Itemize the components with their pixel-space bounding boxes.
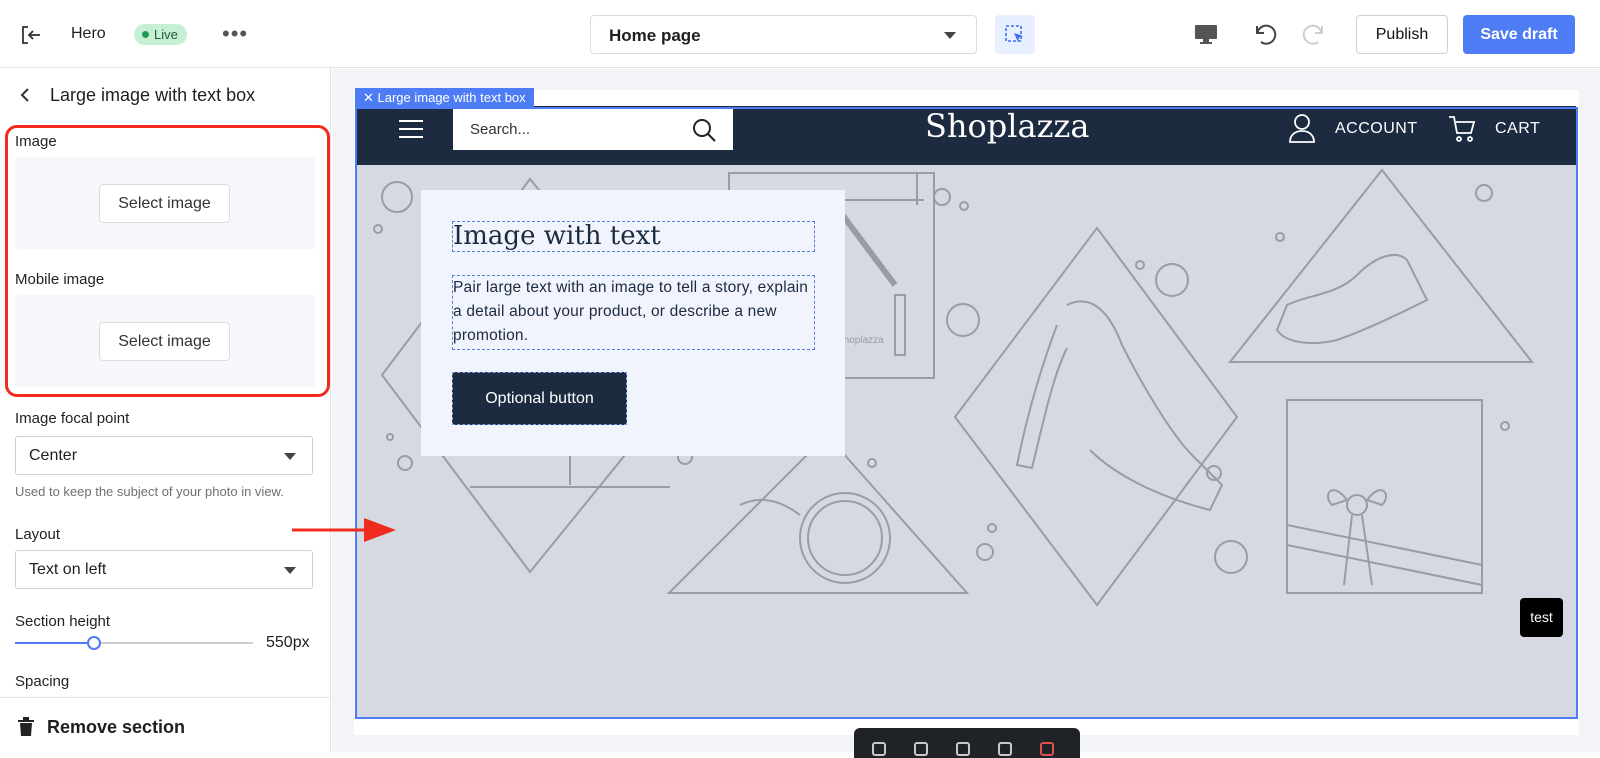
close-icon[interactable]: ✕ bbox=[363, 90, 378, 105]
annotation-arrow-icon bbox=[292, 518, 396, 542]
select-element-button[interactable] bbox=[995, 15, 1035, 54]
page-select-value: Home page bbox=[609, 26, 701, 45]
page-select[interactable]: Home page bbox=[590, 15, 977, 54]
layout-select[interactable]: Text on left bbox=[15, 550, 313, 589]
more-options-icon[interactable]: ••• bbox=[222, 20, 248, 48]
section-height-value: 550px bbox=[266, 634, 310, 651]
section-tag-label: Large image with text box bbox=[377, 90, 526, 105]
move-down-icon[interactable] bbox=[914, 742, 928, 756]
remove-section-label: Remove section bbox=[47, 717, 186, 737]
section-tag[interactable]: ✕ Large image with text box bbox=[355, 88, 534, 107]
spacing-label: Spacing bbox=[15, 673, 70, 690]
publish-button[interactable]: Publish bbox=[1356, 15, 1448, 54]
hero-body-text[interactable]: Pair large text with an image to tell a … bbox=[452, 275, 815, 350]
section-title: Hero bbox=[71, 25, 106, 42]
chevron-down-icon bbox=[284, 453, 296, 460]
status-badge: Live bbox=[134, 24, 187, 45]
move-up-icon[interactable] bbox=[872, 742, 886, 756]
select-image-button[interactable]: Select image bbox=[99, 184, 230, 223]
trash-icon bbox=[18, 717, 34, 736]
undo-icon[interactable] bbox=[1249, 20, 1277, 48]
focal-point-value: Center bbox=[29, 447, 78, 464]
focal-point-hint: Used to keep the subject of your photo i… bbox=[15, 484, 284, 499]
cursor-select-icon bbox=[1005, 25, 1023, 42]
redo-icon[interactable] bbox=[1302, 20, 1330, 48]
save-draft-button[interactable]: Save draft bbox=[1463, 15, 1575, 54]
sidebar-title: Large image with text box bbox=[50, 85, 256, 105]
layout-label: Layout bbox=[15, 526, 61, 543]
chevron-down-icon bbox=[944, 32, 956, 39]
optional-button[interactable]: Optional button bbox=[452, 372, 627, 425]
settings-sidebar: Large image with text box Image Select i… bbox=[0, 68, 331, 752]
duplicate-icon[interactable] bbox=[956, 742, 970, 756]
focal-point-label: Image focal point bbox=[15, 410, 130, 427]
section-height-slider[interactable] bbox=[15, 636, 253, 650]
mobile-image-label: Mobile image bbox=[15, 271, 105, 288]
top-bar: Hero Live ••• Home page Publish Save dra… bbox=[0, 0, 1600, 68]
hide-icon[interactable] bbox=[998, 742, 1012, 756]
back-icon[interactable] bbox=[18, 86, 34, 104]
chevron-down-icon bbox=[284, 567, 296, 574]
section-height-label: Section height bbox=[15, 613, 111, 630]
mobile-image-picker: Select image bbox=[15, 295, 315, 387]
desktop-view-icon[interactable] bbox=[1192, 20, 1220, 48]
exit-icon[interactable] bbox=[20, 24, 42, 46]
focal-point-select[interactable]: Center bbox=[15, 436, 313, 475]
delete-icon[interactable] bbox=[1040, 742, 1054, 756]
test-button[interactable]: test bbox=[1520, 598, 1563, 637]
status-dot bbox=[142, 31, 149, 38]
remove-section-button[interactable]: Remove section bbox=[0, 697, 330, 752]
floating-section-toolbar bbox=[854, 728, 1080, 758]
slider-handle[interactable] bbox=[86, 636, 101, 650]
layout-value: Text on left bbox=[29, 561, 107, 578]
image-picker: Select image bbox=[15, 157, 315, 249]
status-label: Live bbox=[154, 27, 178, 42]
image-label: Image bbox=[15, 133, 57, 150]
select-mobile-image-button[interactable]: Select image bbox=[99, 322, 230, 361]
hero-heading[interactable]: Image with text bbox=[452, 221, 815, 252]
slider-fill bbox=[15, 642, 94, 644]
